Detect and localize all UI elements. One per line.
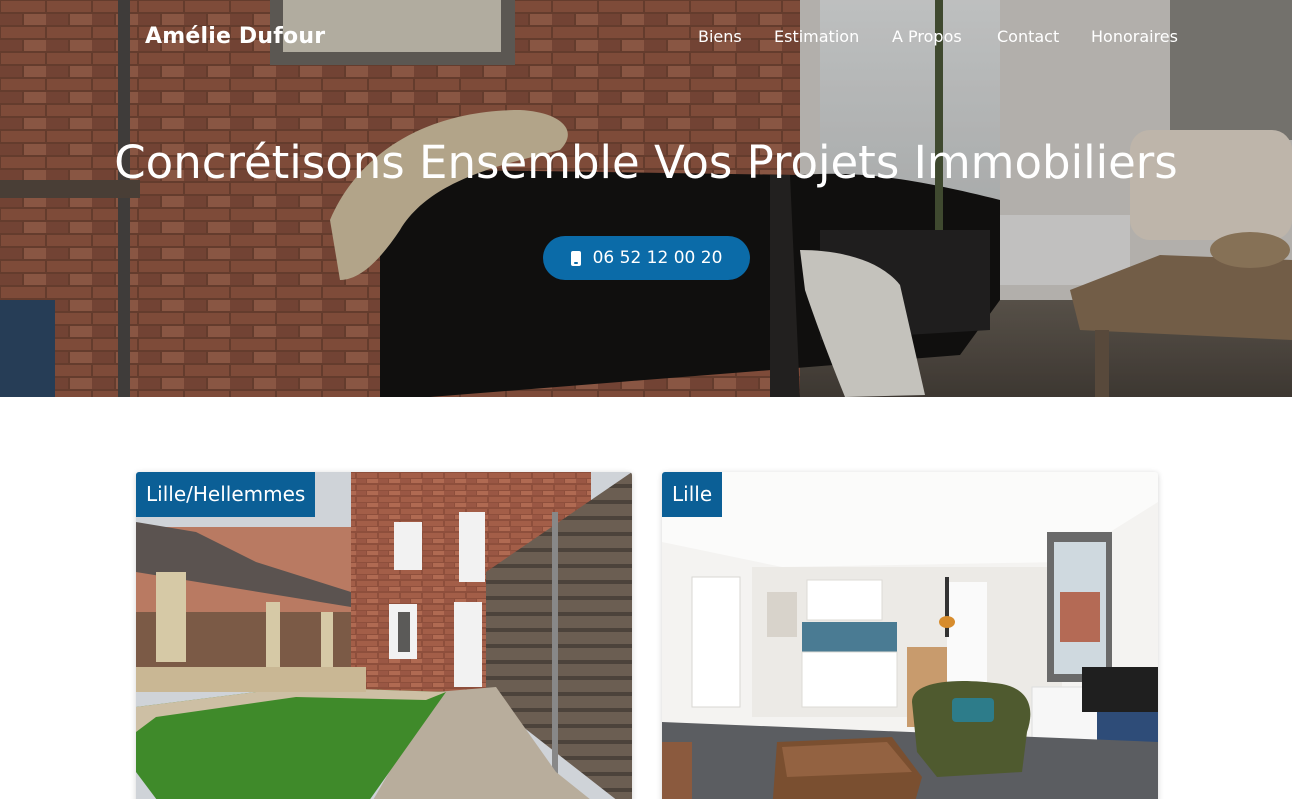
nav-link-estimation[interactable]: Estimation (774, 27, 859, 46)
listing-photo-apartment-living-room (662, 472, 1158, 799)
nav-link-a-propos[interactable]: A Propos (892, 27, 962, 46)
nav-link-contact[interactable]: Contact (997, 27, 1059, 46)
hero-banner: Amélie Dufour Biens Estimation A Propos … (0, 0, 1292, 397)
nav-link-biens[interactable]: Biens (698, 27, 742, 46)
phone-number: 06 52 12 00 20 (592, 248, 723, 268)
listing-location-tag: Lille/Hellemmes (136, 472, 316, 517)
hero-title: Concrétisons Ensemble Vos Projets Immobi… (114, 136, 1178, 189)
mobile-phone-icon (570, 250, 581, 266)
phone-call-button[interactable]: 06 52 12 00 20 (543, 236, 750, 280)
nav-link-honoraires[interactable]: Honoraires (1091, 27, 1178, 46)
listing-card-lille[interactable]: Lille (662, 472, 1158, 799)
listing-location-tag: Lille (662, 472, 723, 517)
hero-overlay (0, 0, 1292, 397)
listing-card-lille-hellemmes[interactable]: Lille/Hellemmes (136, 472, 632, 799)
listing-photo-house-garden (136, 472, 632, 799)
main-nav: Biens Estimation A Propos Contact Honora… (0, 27, 1292, 49)
